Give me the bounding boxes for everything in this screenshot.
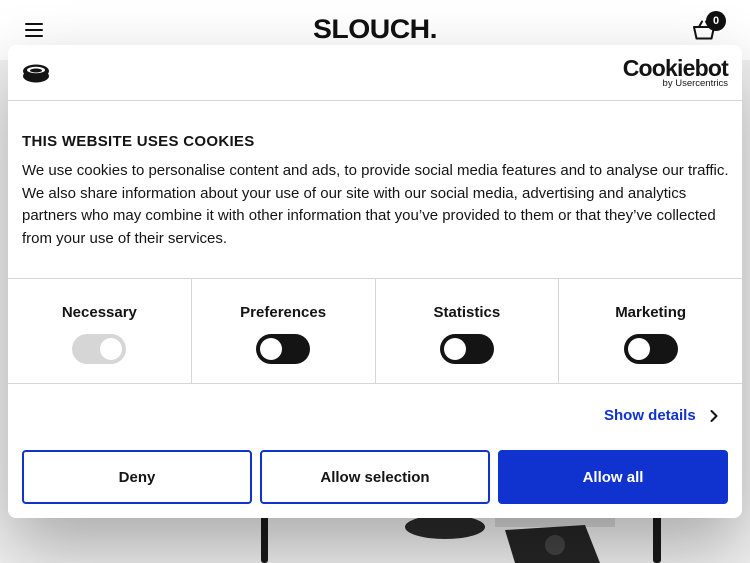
- cookie-title: THIS WEBSITE USES COOKIES: [22, 133, 255, 150]
- preferences-switch[interactable]: [256, 334, 311, 364]
- show-details-label: Show details: [604, 407, 696, 424]
- chevron-right-icon: [710, 409, 718, 422]
- consent-toggles: Necessary Preferences Statistics Marketi…: [8, 278, 742, 384]
- toggle-label-marketing: Marketing: [615, 304, 687, 321]
- toggle-label-statistics: Statistics: [433, 304, 501, 321]
- allow-all-button[interactable]: Allow all: [498, 450, 728, 504]
- cookie-consent-dialog: Cookiebot by Usercentrics THIS WEBSITE U…: [8, 45, 742, 518]
- show-details-link[interactable]: Show details: [604, 407, 718, 424]
- toggle-marketing: Marketing: [558, 279, 742, 383]
- statistics-switch[interactable]: [439, 334, 494, 364]
- toggle-preferences: Preferences: [190, 279, 375, 383]
- toggle-statistics: Statistics: [374, 279, 559, 383]
- basket-count-badge: 0: [706, 11, 726, 31]
- cookiebot-logo[interactable]: Cookiebot by Usercentrics: [622, 55, 729, 90]
- site-logo[interactable]: SLOUCH.: [0, 14, 750, 45]
- deny-button[interactable]: Deny: [22, 450, 252, 504]
- marketing-switch[interactable]: [623, 334, 678, 364]
- toggle-necessary: Necessary: [8, 279, 191, 383]
- cookie-description: We use cookies to personalise content an…: [22, 162, 729, 247]
- cookiebot-brand-name: Cookiebot: [622, 55, 729, 81]
- toggle-label-preferences: Preferences: [240, 304, 327, 321]
- cookie-icon: [23, 64, 49, 83]
- allow-selection-button[interactable]: Allow selection: [260, 450, 490, 504]
- toggle-label-necessary: Necessary: [61, 304, 137, 321]
- basket-button[interactable]: 0: [690, 11, 726, 44]
- dialog-header: Cookiebot by Usercentrics: [8, 45, 742, 101]
- necessary-switch: [72, 334, 127, 364]
